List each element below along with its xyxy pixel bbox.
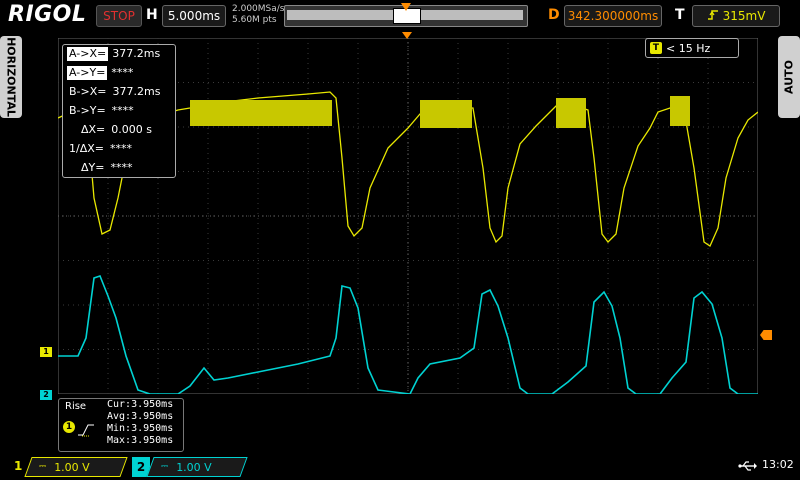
measurement-panel[interactable]: Rise 1 Cur:3.950ms Avg:3.950ms Min:3.950… [58,398,184,452]
cursor-value: 377.2ms [112,47,161,60]
timebase-value[interactable]: 5.000ms [162,5,226,27]
channel-1-scale-box[interactable]: ⎓ 1.00 V [24,457,128,477]
acquisition-info: 2.000MSa/s 5.60M pts [232,4,284,26]
sample-rate: 2.000MSa/s [232,4,285,14]
measurement-min: Min:3.950ms [107,423,174,434]
trigger-level-marker-icon [760,330,772,340]
cursor-row: ΔX= 0.000 s [79,123,152,137]
dc-coupling-icon: ⎓ [39,462,47,472]
cursor-value: 377.2ms [112,85,161,98]
trigger-label: T [675,7,685,23]
cursor-row: 1/ΔX= **** [67,142,132,156]
cursor-value: 0.000 s [111,123,152,136]
brand-logo: RIGOL [8,2,87,27]
horizontal-tab-label: HORIZONTAL [4,37,18,117]
cursor-key: ΔY= [81,161,105,174]
cursor-key: B->Y= [69,104,106,117]
memory-depth: 5.60M pts [232,15,277,25]
trigger-position-marker-icon [401,3,411,11]
trigger-time-marker-icon [402,32,412,39]
channel-2-scale: 1.00 V [176,460,212,474]
bottom-bar: 1 ⎓ 1.00 V 2 ⎓ 1.00 V 13:02 [0,454,800,480]
cursor-row: A->X= 377.2ms [67,47,160,61]
cursor-value: **** [111,104,134,117]
measurement-avg: Avg:3.950ms [107,411,174,422]
frequency-counter[interactable]: T < 15 Hz [645,38,739,58]
cursor-readout-panel: A->X= 377.2ms A->Y= **** B->X= 377.2ms B->Y… [62,44,176,178]
usb-icon [738,461,757,471]
measurement-values: Cur:3.950ms Avg:3.950ms Min:3.950ms Max:… [107,399,173,447]
noise-burst [420,100,472,128]
clock: 13:02 [762,458,794,471]
measurement-max: Max:3.950ms [107,435,174,446]
cursor-row: B->Y= **** [67,104,134,118]
channel-2-offset-marker[interactable]: 2 [40,390,52,400]
auto-tab-label: AUTO [782,60,796,94]
dc-coupling-icon: ⎓ [161,462,169,472]
cursor-row: ΔY= **** [79,161,132,175]
measurement-channel-badge: 1 [63,421,75,433]
cursor-row: A->Y= **** [67,66,133,80]
trigger-icon: T [650,42,662,54]
measurement-cur: Cur:3.950ms [107,399,174,410]
trigger-level: 315mV [722,9,766,23]
delay-value[interactable]: 342.300000ms [564,5,662,27]
noise-burst [190,100,332,126]
measurement-title: Rise [65,401,87,412]
channel-1-scale: 1.00 V [54,460,90,474]
cursor-row: B->X= 377.2ms [67,85,160,99]
cursor-key: B->X= [69,85,107,98]
cursor-key: A->X= [67,47,109,61]
delay-label: D [548,7,560,23]
cursor-value: **** [111,66,134,79]
auto-menu-tab[interactable]: AUTO [778,36,800,118]
cursor-value: **** [109,142,132,155]
rise-time-icon [78,424,94,437]
cursor-key: 1/ΔX= [69,142,104,155]
channel-1-offset-marker[interactable]: 1 [40,347,52,357]
trigger-setting[interactable]: 315mV [692,5,780,27]
top-bar: RIGOL STOP H 5.000ms 2.000MSa/s 5.60M pt… [0,0,800,32]
cursor-key: A->Y= [67,66,108,80]
channel-2-scale-box[interactable]: ⎓ 1.00 V [146,457,248,477]
frequency-value: < 15 Hz [666,41,711,55]
horizontal-label: H [146,7,158,23]
noise-burst [670,96,690,126]
horizontal-menu-tab[interactable]: HORIZONTAL [0,36,22,118]
cursor-key: ΔX= [81,123,106,136]
rising-edge-icon [707,9,719,24]
noise-burst [556,98,586,128]
memory-position-bar[interactable] [284,3,528,27]
cursor-value: **** [110,161,133,174]
channel-1-number[interactable]: 1 [14,459,22,473]
run-stop-status[interactable]: STOP [96,5,142,27]
